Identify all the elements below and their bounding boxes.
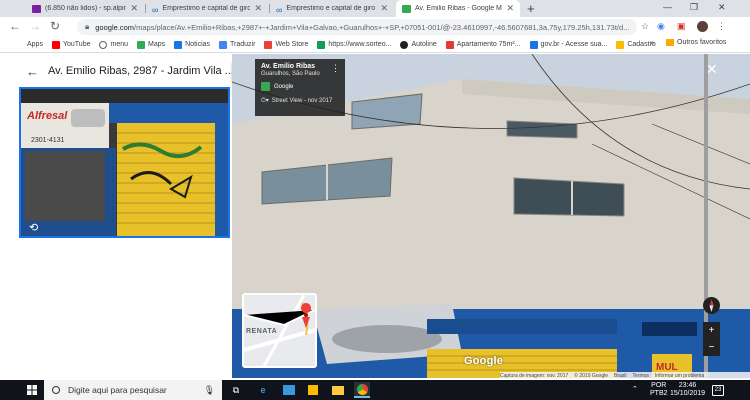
task-view-icon[interactable]: ⧉ [228,382,244,398]
autoline-icon [400,40,409,49]
edge-icon[interactable]: e [255,382,271,398]
svg-text:Alfresal: Alfresal [26,110,68,122]
location-card: Av. Emilio Ribas Guarulhos, São Paulo Go… [255,59,345,116]
reload-button[interactable]: ↻ [50,19,60,33]
globe-icon [99,40,108,49]
tab-strip: (6.850 não lidos) - sp.alpinismo@ ✕ ∞ Em… [0,0,750,17]
maps-icon [402,4,411,13]
tray-arrow-icon[interactable]: ⌃ [632,386,638,394]
place-title: Av. Emilio Ribas, 2987 - Jardim Vila ... [48,65,234,77]
attribution-bar: Captura de imagem: nov. 2017 © 2019 Goog… [500,372,750,379]
file-explorer-icon[interactable] [330,382,346,398]
toolbar: ← → ↻ 🔒︎ google.com/maps/place/Av.+Emili… [0,17,750,37]
link-icon: ∞ [152,4,159,15]
lock-icon: 🔒︎ [85,22,90,31]
bookmark-menu[interactable]: menu [99,40,128,49]
house-icon [445,40,454,49]
minimize-button[interactable]: — [663,2,672,12]
bookmark-autoline[interactable]: Autoline [400,40,437,49]
translate-icon [219,40,228,49]
bookmarks-bar: Apps YouTube menu Maps Noticias Traduzir… [0,37,750,53]
zoom-out-button[interactable]: − [703,339,720,356]
mini-map-label: RENATA [246,328,278,335]
tab-emprestimo-2[interactable]: ∞ Emprestimo e capital de giro para ✕ [270,0,394,17]
tab-emprestimo-1[interactable]: ∞ Emprestimo e capital de giro para ✕ [146,0,268,17]
folder-icon [666,39,674,46]
microphone-icon[interactable]: 🎙︎ [204,385,215,396]
clock-icon: 🕓︎▾ [261,98,269,104]
menu-kebab-icon[interactable]: ⋮ [717,21,726,32]
zoom-controls: + − [703,322,720,356]
bookmark-sorteo[interactable]: https://www.sorteo... [317,40,391,49]
bookmark-web-store[interactable]: Web Store [264,40,308,49]
time-travel-button[interactable]: 🕓︎▾ Street View - nov 2017 [261,97,339,105]
search-icon [52,386,60,394]
bookmark-apartamento[interactable]: Apartamento 75m²... [445,40,521,49]
close-tab-icon[interactable]: ✕ [380,3,388,14]
more-bookmarks-button[interactable]: » [650,38,654,47]
gov-icon [529,40,538,49]
clock[interactable]: 23:46 15/10/2019 [670,382,705,398]
extension-shield-icon[interactable]: ▣ [677,21,686,32]
youtube-icon [51,40,60,49]
compass-icon[interactable] [703,297,720,314]
close-tab-icon[interactable]: ✕ [130,3,138,14]
bookmark-maps[interactable]: Maps [137,40,165,49]
language-indicator[interactable]: POR PTB2 [650,382,668,398]
more-options-icon[interactable]: ⋮ [331,63,340,74]
close-tab-icon[interactable]: ✕ [506,3,514,14]
close-window-button[interactable]: ✕ [718,2,726,13]
taskbar-search-input[interactable]: Digite aqui para pesquisar 🎙︎ [44,380,222,400]
bookmark-apps[interactable]: Apps [27,41,43,48]
back-arrow-icon[interactable]: ← [26,64,39,79]
bookmark-traduzir[interactable]: Traduzir [219,40,255,49]
storefront-photo: Alfresal 2301-4131 [21,89,228,236]
back-button[interactable]: ← [9,19,21,33]
shopping-bag-icon[interactable] [305,382,321,398]
bookmark-star-icon[interactable]: ☆ [641,21,649,32]
close-tab-icon[interactable]: ✕ [254,3,262,14]
link-icon: ∞ [276,4,283,15]
address-bar[interactable]: 🔒︎ google.com/maps/place/Av.+Emilio+Riba… [77,19,637,35]
mini-map[interactable]: RENATA [242,293,317,368]
maps-icon [137,40,145,49]
forward-button[interactable]: → [29,19,41,33]
news-icon [174,40,183,49]
google-street-view-icon [261,82,270,91]
avatar[interactable] [697,21,708,32]
zoom-in-button[interactable]: + [703,322,720,339]
street-view-thumbnail[interactable]: Alfresal 2301-4131 ⟲ [19,87,230,238]
store-bag-icon[interactable] [281,382,297,398]
windows-start-icon[interactable] [27,385,37,395]
rotate-360-icon[interactable]: ⟲ [29,221,38,234]
tab-gmail[interactable]: (6.850 não lidos) - sp.alpinismo@ ✕ [26,0,144,17]
chrome-icon[interactable] [354,382,370,398]
svg-text:2301-4131: 2301-4131 [31,137,65,144]
cadastro-icon [616,40,625,49]
bookmark-noticias[interactable]: Noticias [174,40,210,49]
maximize-button[interactable]: ❐ [690,2,698,13]
clover-icon [317,40,326,49]
notifications-icon[interactable]: 23 [712,385,724,396]
bookmark-youtube[interactable]: YouTube [51,40,90,49]
bookmark-gov[interactable]: gov.br - Acesse sua... [529,40,607,49]
tab-google-maps[interactable]: Av. Emilio Ribas - Google Maps ✕ [396,0,520,17]
extension-icon[interactable]: ◉ [657,21,665,32]
mail-icon [32,4,41,13]
web-store-icon [264,40,273,49]
google-watermark: Google [464,355,504,367]
new-tab-button[interactable]: + [527,1,535,16]
place-panel: ← Av. Emilio Ribas, 2987 - Jardim Vila .… [0,54,234,378]
other-bookmarks[interactable]: Outros favoritos [666,39,726,46]
close-street-view-button[interactable]: ✕ [706,61,718,78]
